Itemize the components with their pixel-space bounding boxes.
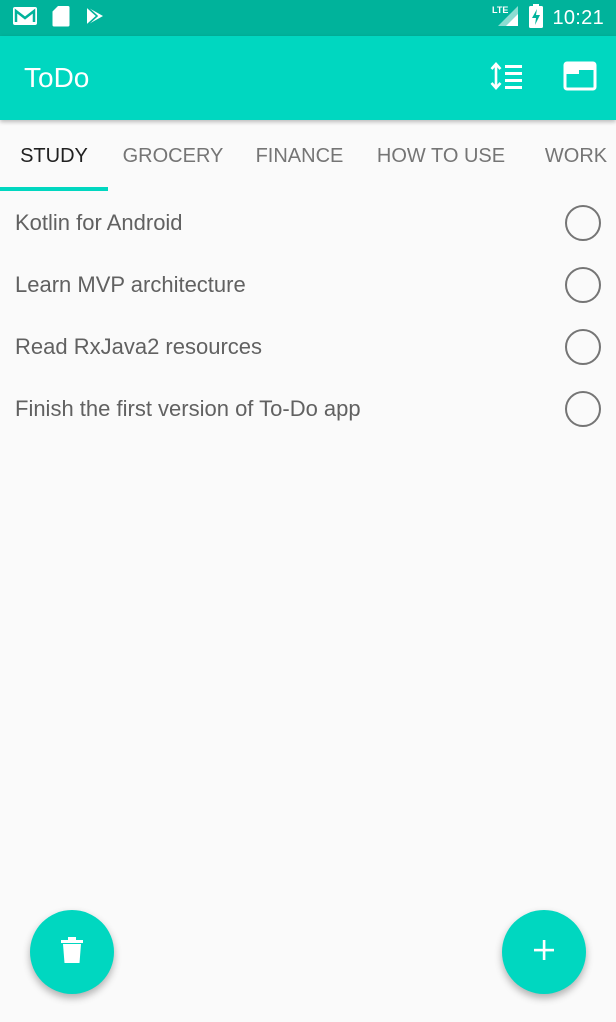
sort-button[interactable]	[487, 58, 527, 98]
delete-fab[interactable]	[30, 910, 114, 994]
network-type-label: LTE	[492, 5, 508, 15]
app-bar: ToDo	[0, 36, 616, 120]
task-item[interactable]: Finish the first version of To-Do app	[0, 378, 616, 440]
battery-charging-icon	[528, 3, 544, 33]
add-task-fab[interactable]	[502, 910, 586, 994]
task-complete-checkbox[interactable]	[565, 329, 601, 365]
task-item[interactable]: Kotlin for Android	[0, 192, 616, 254]
signal-icon: LTE	[492, 4, 520, 33]
tab-grocery[interactable]: GROCERY	[108, 120, 238, 192]
task-label: Learn MVP architecture	[15, 272, 246, 297]
status-bar: LTE 10:21	[0, 0, 616, 36]
plus-icon	[532, 938, 556, 967]
status-notifications	[12, 0, 106, 36]
app-title: ToDo	[24, 62, 90, 93]
status-time: 10:21	[552, 6, 604, 29]
task-complete-checkbox[interactable]	[565, 391, 601, 427]
task-label: Read RxJava2 resources	[15, 334, 263, 359]
sort-icon	[490, 61, 524, 96]
gmail-icon	[12, 5, 38, 32]
open-window-icon	[563, 61, 597, 96]
tab-how-to-use[interactable]: HOW TO USE	[361, 120, 521, 192]
task-complete-checkbox[interactable]	[565, 205, 601, 241]
active-tab-indicator	[0, 187, 108, 191]
tab-finance[interactable]: FINANCE	[238, 120, 361, 192]
task-complete-checkbox[interactable]	[565, 267, 601, 303]
sd-card-icon	[52, 5, 70, 32]
tab-study[interactable]: STUDY	[0, 120, 108, 192]
status-system: LTE 10:21	[492, 0, 604, 36]
open-window-button[interactable]	[560, 58, 600, 98]
task-item[interactable]: Learn MVP architecture	[0, 254, 616, 316]
task-item[interactable]: Read RxJava2 resources	[0, 316, 616, 378]
task-list: Kotlin for Android Learn MVP architectur…	[0, 192, 616, 440]
task-label: Kotlin for Android	[15, 210, 183, 235]
category-tabs: STUDY GROCERY FINANCE HOW TO USE WORK	[0, 120, 616, 192]
task-label: Finish the first version of To-Do app	[15, 396, 361, 421]
play-store-icon	[84, 5, 106, 32]
trash-icon	[60, 936, 84, 969]
tab-work[interactable]: WORK	[521, 120, 616, 192]
